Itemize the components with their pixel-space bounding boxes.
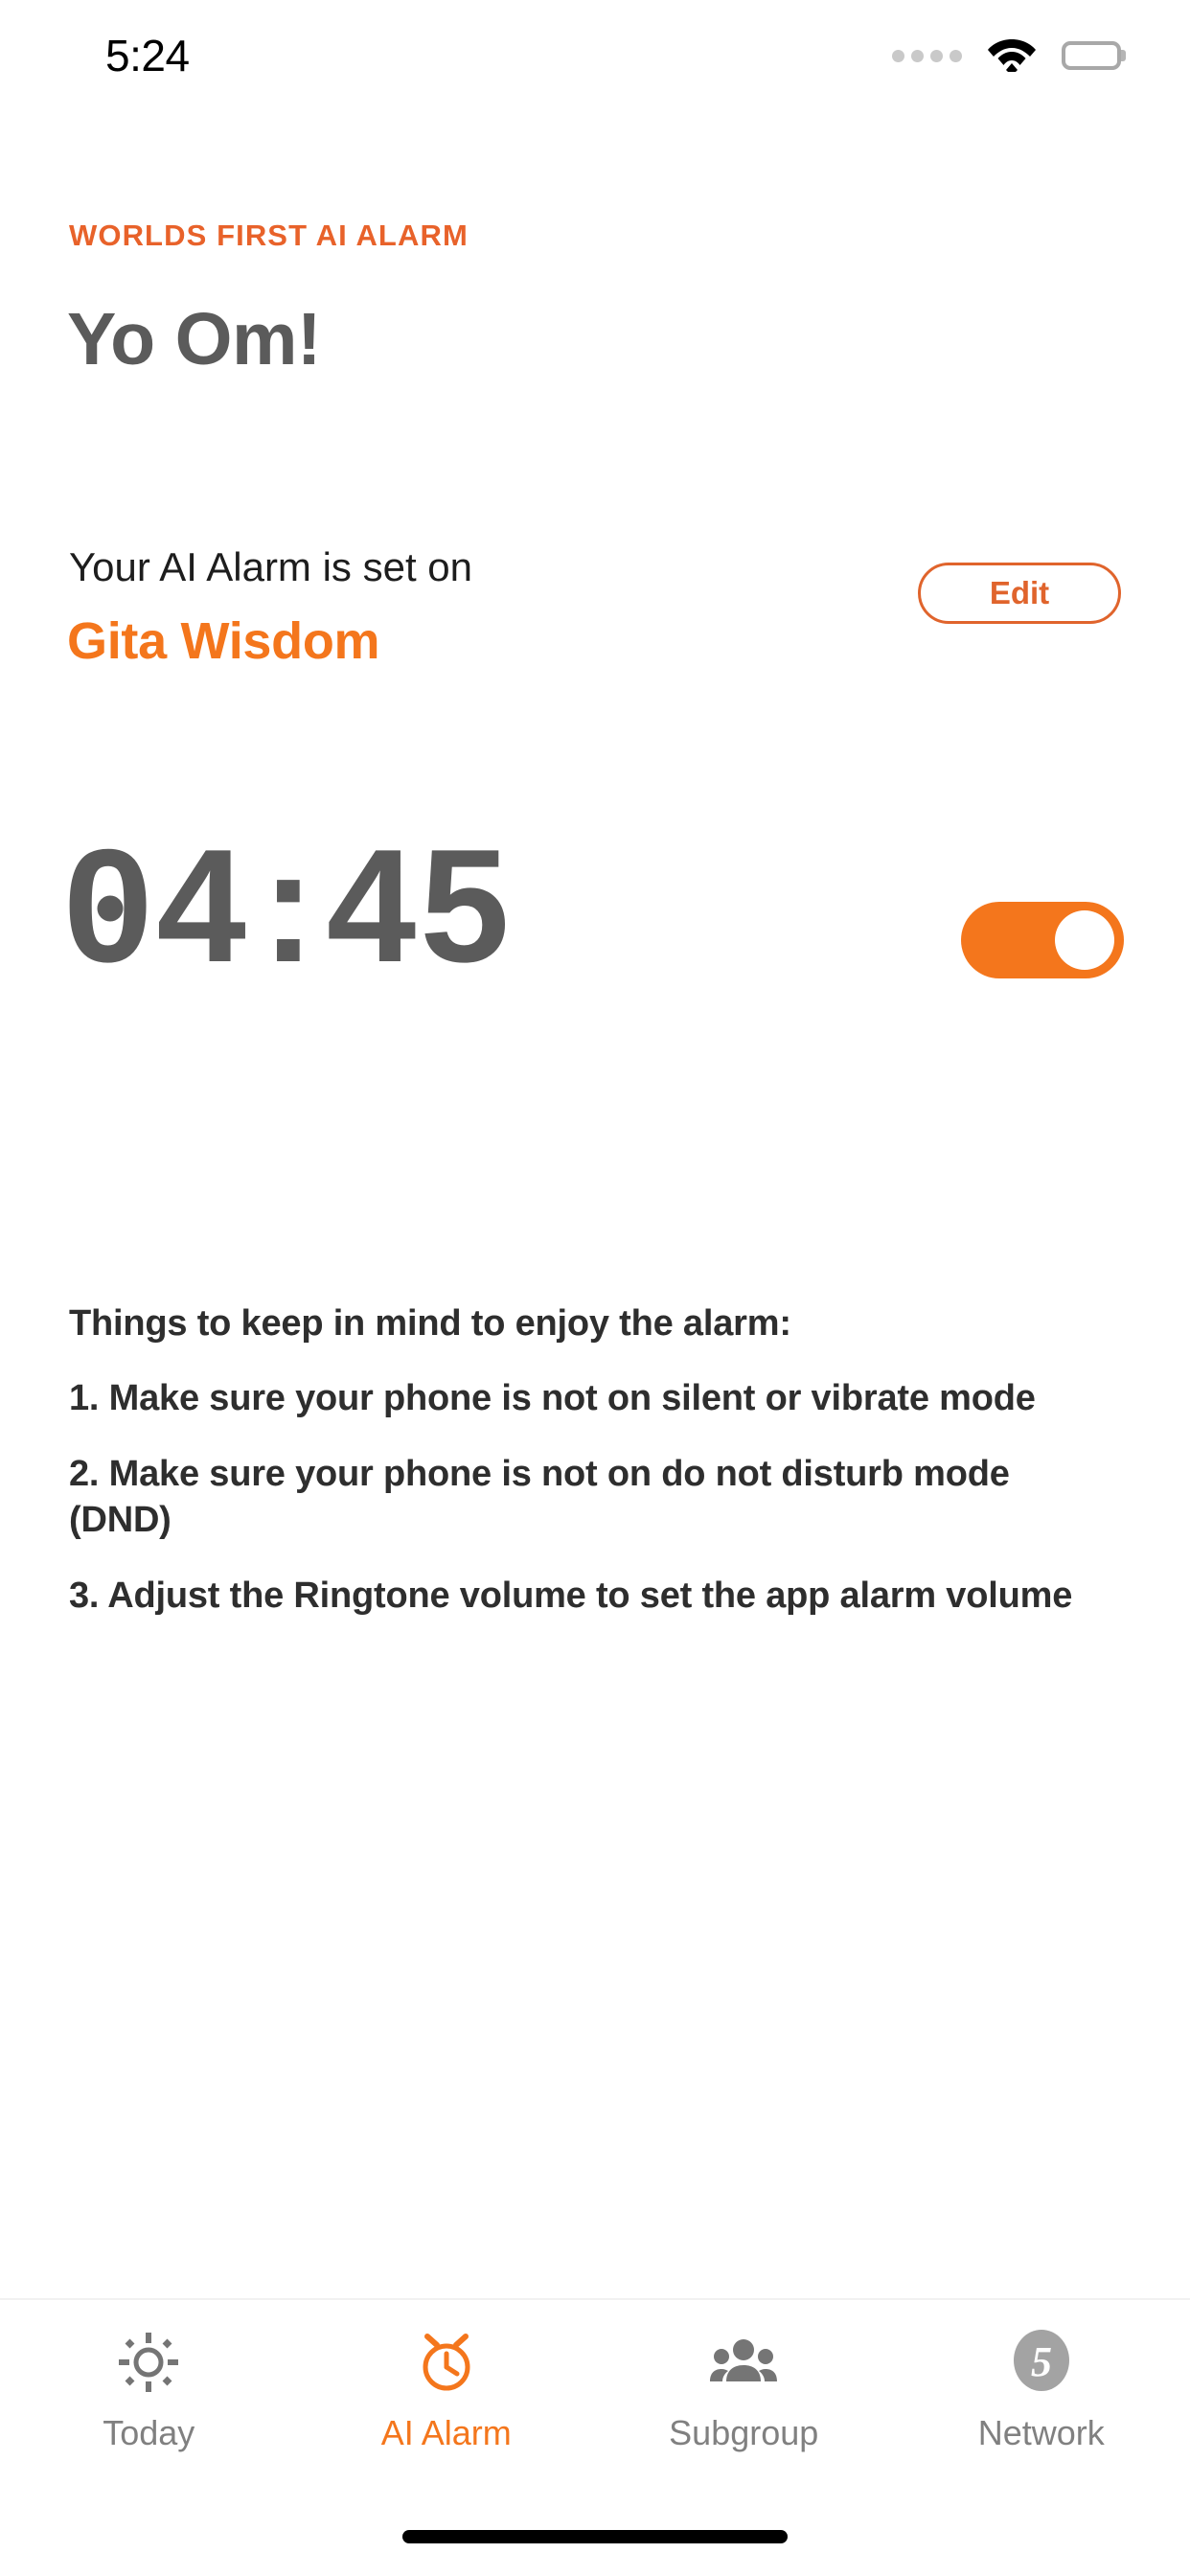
alarm-time: 04:45 [63,825,514,986]
notes-title: Things to keep in mind to enjoy the alar… [69,1303,791,1344]
number-five-circle-icon: 5 [1010,2329,1073,2396]
battery-full-icon [1062,41,1121,70]
alarm-clock-icon [416,2329,477,2396]
alarm-time-hours-first: 0 [63,816,157,996]
tab-subgroup[interactable]: Subgroup [609,2329,878,2453]
page-title: Yo Om! [67,298,322,380]
home-indicator [402,2530,788,2543]
wifi-icon [987,35,1037,77]
alarm-toggle-knob [1055,910,1114,970]
note-item: 1. Make sure your phone is not on silent… [69,1378,1036,1418]
tab-today[interactable]: Today [14,2329,283,2453]
people-group-icon [710,2329,778,2396]
tab-label-subgroup: Subgroup [669,2413,819,2452]
alarm-toggle[interactable] [961,902,1124,978]
alarm-set-name: Gita Wisdom [67,612,380,670]
edit-button[interactable]: Edit [918,563,1121,624]
alarm-time-separator: : [261,816,315,996]
alarm-notes: Things to keep in mind to enjoy the alar… [69,1303,1113,1648]
note-item: 3. Adjust the Ringtone volume to set the… [69,1575,1073,1616]
tab-label-ai-alarm: AI Alarm [380,2413,512,2452]
alarm-time-hours-second: 4 [156,816,250,996]
sun-icon [118,2329,179,2396]
note-item: 2. Make sure your phone is not on do not… [69,1453,1010,1541]
alarm-time-minutes: 45 [326,816,514,996]
signal-dots-icon [892,49,962,62]
tab-ai-alarm[interactable]: AI Alarm [312,2329,581,2453]
page-eyebrow: WORLDS FIRST AI ALARM [69,218,469,252]
tab-network[interactable]: 5 Network [907,2329,1176,2453]
network-badge-count: 5 [1031,2338,1052,2385]
status-bar-time: 5:24 [105,31,190,80]
tab-label-network: Network [977,2413,1105,2452]
tab-label-today: Today [103,2413,195,2452]
status-bar-indicators [892,35,1121,77]
alarm-set-label: Your AI Alarm is set on [69,544,473,589]
status-bar: 5:24 [0,0,1190,111]
